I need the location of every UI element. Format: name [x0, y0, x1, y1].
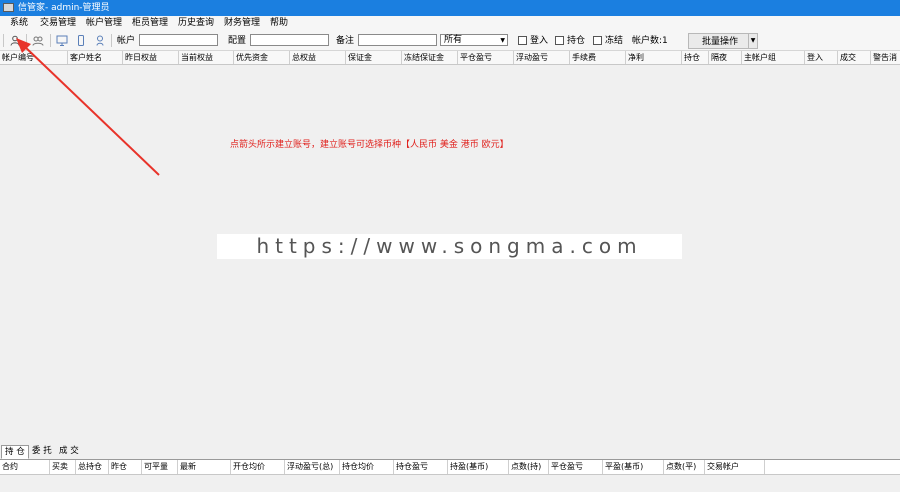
- annotation-text: 点箭头所示建立账号，建立账号可选择币种【人民币 美金 港币 欧元】: [230, 140, 509, 150]
- column-header[interactable]: 持仓均价: [340, 460, 394, 474]
- positions-grid-header: 合约 买卖 总持仓 昨仓 可平量 最新 开仓均价 浮动盈亏(总) 持仓均价 持仓…: [0, 460, 900, 475]
- column-header[interactable]: 持仓盈亏: [394, 460, 448, 474]
- column-header[interactable]: 可平量: [142, 460, 178, 474]
- column-header[interactable]: 平盈(基币): [603, 460, 664, 474]
- column-header[interactable]: 开仓均价: [231, 460, 285, 474]
- column-header[interactable]: 持盈(基币): [448, 460, 509, 474]
- positions-grid-body[interactable]: [0, 475, 900, 492]
- tab-trades[interactable]: 成 交: [56, 445, 82, 459]
- column-header[interactable]: 平仓盈亏: [549, 460, 603, 474]
- column-header[interactable]: 最新: [178, 460, 231, 474]
- bottom-tabs: 持 仓 委 托 成 交: [0, 444, 900, 460]
- watermark: https://www.songma.com: [217, 234, 682, 259]
- column-header[interactable]: 点数(平): [664, 460, 705, 474]
- column-header[interactable]: 浮动盈亏(总): [285, 460, 340, 474]
- column-header[interactable]: 合约: [0, 460, 50, 474]
- watermark-text: https://www.songma.com: [256, 234, 643, 258]
- column-header[interactable]: 昨仓: [109, 460, 142, 474]
- tab-positions[interactable]: 持 仓: [1, 445, 29, 459]
- column-header[interactable]: 点数(持): [509, 460, 549, 474]
- tab-orders[interactable]: 委 托: [29, 445, 55, 459]
- column-header[interactable]: 交易帐户: [705, 460, 765, 474]
- column-header[interactable]: 总持仓: [76, 460, 109, 474]
- column-header[interactable]: 买卖: [50, 460, 76, 474]
